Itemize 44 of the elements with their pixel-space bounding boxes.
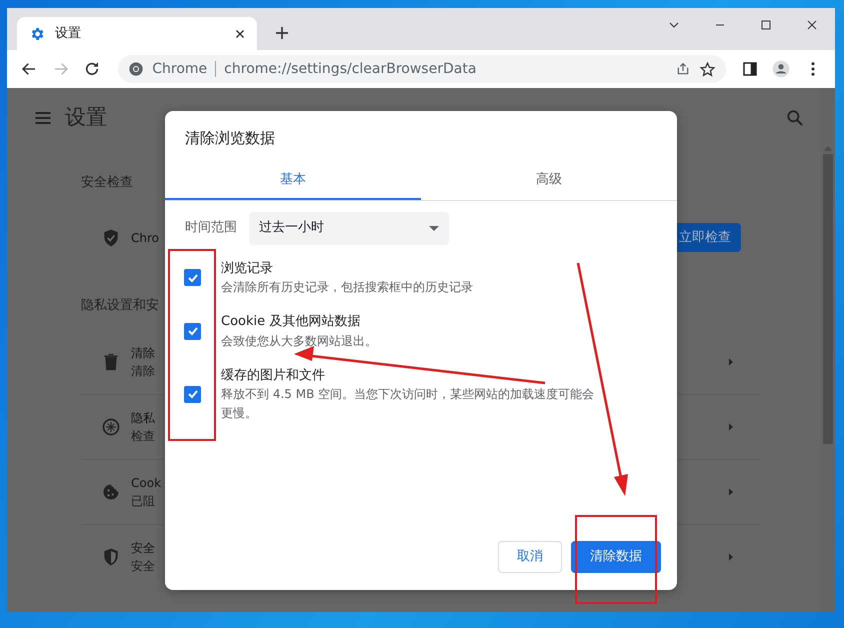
option-label: 浏览记录 (221, 260, 273, 278)
row-subtitle: 检查 (131, 428, 155, 445)
time-range-select[interactable]: 过去一小时 (249, 212, 449, 244)
checkmark-icon (186, 272, 198, 284)
dialog-title: 清除浏览数据 (184, 128, 276, 149)
dialog-tab[interactable]: 基本 (165, 162, 421, 200)
option-label: Cookie 及其他网站数据 (221, 313, 360, 331)
address-bar[interactable]: Chrome chrome://settings/clearBrowserData (118, 55, 726, 83)
star-icon[interactable] (698, 60, 716, 78)
row-title: 隐私 (131, 410, 155, 427)
option-description: 会致使您从大多数网站退出。 (221, 332, 377, 350)
row-title: Cook (131, 475, 162, 492)
page-title: 设置 (65, 104, 108, 132)
dropdown-caret-icon (429, 226, 439, 230)
checkmark-icon (186, 325, 198, 338)
section-heading: 安全检查 (81, 174, 133, 192)
row-title: 安全 (131, 540, 155, 557)
row-subtitle: 安全 (131, 558, 155, 575)
compass-icon (101, 417, 121, 437)
new-tab-icon[interactable] (273, 24, 291, 42)
browser-tab[interactable]: 设置 (17, 17, 257, 50)
clear-data-button[interactable]: 清除数据 (571, 541, 661, 573)
row-subtitle: 已阻 (131, 493, 155, 510)
dialog-tab[interactable]: 高级 (421, 162, 677, 200)
gear-icon (29, 26, 45, 42)
tab-title: 设置 (55, 24, 82, 43)
site-label: Chrome (152, 60, 208, 78)
option-description: 释放不到 4.5 MB 空间。当您下次访问时，某些网站的加载速度可能会更慢。 (221, 386, 596, 422)
row-subtitle: 清除 (131, 362, 155, 380)
option-description: 会清除所有历史记录，包括搜索框中的历史记录 (221, 279, 473, 296)
option-label: 缓存的图片和文件 (221, 366, 325, 384)
cancel-button[interactable]: 取消 (498, 541, 562, 573)
cookie-icon (101, 482, 121, 502)
search-icon[interactable] (785, 108, 805, 128)
share-icon[interactable] (674, 61, 691, 77)
checkmark-icon (186, 388, 198, 400)
field-label: 时间范围 (185, 219, 237, 238)
checkbox[interactable] (184, 269, 201, 286)
url-text: chrome://settings/clearBrowserData (224, 60, 478, 78)
checkbox[interactable] (184, 322, 201, 340)
row-title: 清除 (131, 344, 155, 362)
row-title: Chro (131, 230, 159, 246)
checkbox[interactable] (184, 386, 201, 403)
section-heading: 隐私设置和安 (81, 296, 159, 314)
